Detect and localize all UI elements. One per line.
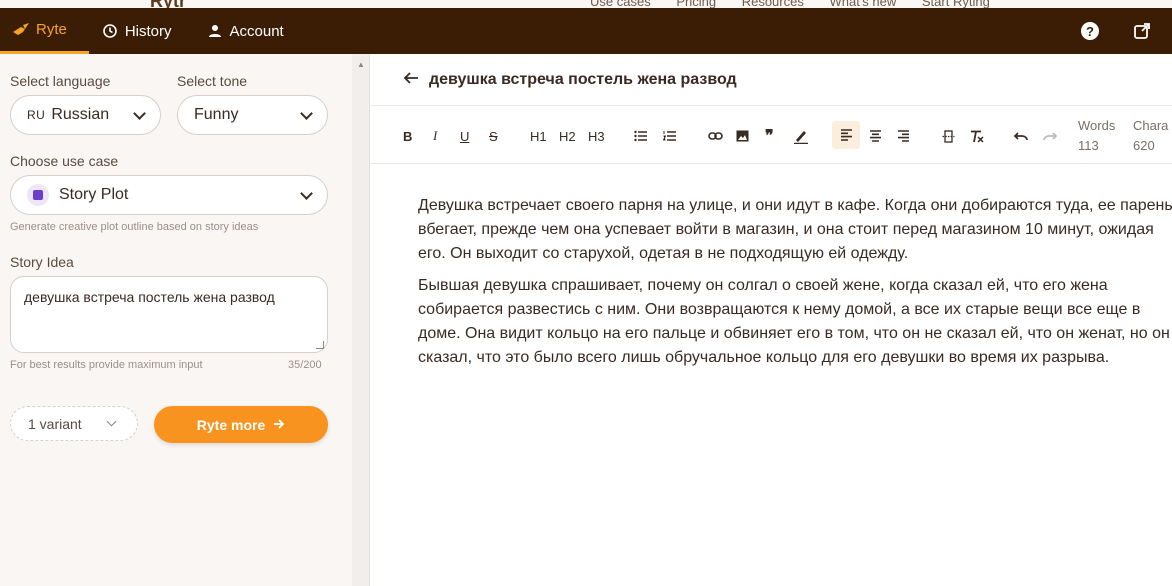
variant-value: 1 variant <box>28 415 82 432</box>
sidebar: Select language Select tone RU Russian F… <box>0 54 352 586</box>
page-break-icon[interactable] <box>942 126 955 146</box>
editor-content[interactable]: Девушка встречает своего парня на улице,… <box>371 164 1172 370</box>
language-select[interactable]: RU Russian <box>10 95 161 135</box>
idea-count: 35/200 <box>288 359 322 371</box>
tone-label: Select tone <box>177 73 248 89</box>
tone-select[interactable]: Funny <box>177 95 328 135</box>
back-arrow-icon[interactable] <box>403 69 419 90</box>
chevron-down-icon <box>133 107 146 120</box>
tab-history-label: History <box>124 22 172 40</box>
words-label: Words <box>1078 118 1116 133</box>
char-count: Chara 620 <box>1133 116 1168 156</box>
usecase-value: Story Plot <box>59 186 129 203</box>
top-bar: Ryte History Account ? <box>0 8 1172 54</box>
undo-icon[interactable] <box>1014 126 1028 146</box>
clear-format-icon[interactable] <box>970 126 984 146</box>
language-label: Select language <box>10 73 111 89</box>
user-icon <box>206 22 224 40</box>
hand-pen-icon <box>12 21 30 39</box>
idea-label: Story Idea <box>10 254 74 270</box>
editor-toolbar: B I U S H1 H2 H3 ❞ Words 113 Chara 620 <box>371 106 1172 164</box>
italic-button[interactable]: I <box>433 126 437 146</box>
word-count: Words 113 <box>1078 116 1115 156</box>
tab-account-label: Account <box>229 22 284 40</box>
resize-handle[interactable] <box>316 341 324 349</box>
bullet-list-icon[interactable] <box>634 126 648 146</box>
variant-select[interactable]: 1 variant <box>10 406 138 441</box>
usecase-hint: Generate creative plot outline based on … <box>10 221 259 233</box>
document-header: девушка встреча постель жена развод <box>371 54 1172 106</box>
quote-icon[interactable]: ❞ <box>765 126 774 146</box>
topbar-actions: ? <box>1080 8 1152 54</box>
chars-value: 620 <box>1133 138 1155 153</box>
redo-icon[interactable] <box>1043 126 1057 146</box>
document-title: девушка встреча постель жена развод <box>429 70 737 88</box>
story-idea-text: девушка встреча постель жена развод <box>24 289 275 305</box>
ryte-more-button[interactable]: Ryte more <box>154 406 328 443</box>
align-center-icon[interactable] <box>869 126 882 146</box>
language-flag: RU <box>27 108 46 122</box>
words-value: 113 <box>1078 138 1099 153</box>
usecase-label: Choose use case <box>10 153 119 169</box>
h1-button[interactable]: H1 <box>530 126 547 146</box>
underline-button[interactable]: U <box>460 126 469 146</box>
idea-hint: For best results provide maximum input <box>10 359 203 371</box>
numbered-list-icon[interactable] <box>663 126 677 146</box>
chevron-down-icon <box>300 187 313 200</box>
align-right-icon[interactable] <box>897 126 910 146</box>
paragraph[interactable]: Бывшая девушка спрашивает, почему он сол… <box>418 274 1172 370</box>
tab-ryte[interactable]: Ryte <box>0 8 89 54</box>
story-idea-input[interactable]: девушка встреча постель жена развод <box>10 276 328 353</box>
paragraph[interactable]: Девушка встречает своего парня на улице,… <box>418 194 1172 266</box>
chevron-down-icon <box>106 416 117 427</box>
chevron-down-icon <box>300 107 313 120</box>
align-left-icon[interactable] <box>832 121 860 149</box>
tab-history[interactable]: History <box>89 8 194 54</box>
external-link-icon[interactable] <box>1132 21 1152 41</box>
usecase-select[interactable]: Story Plot <box>10 175 328 215</box>
bold-button[interactable]: B <box>403 126 412 146</box>
image-icon[interactable] <box>736 126 749 146</box>
history-icon <box>101 22 119 40</box>
scroll-up-icon[interactable]: ▲ <box>357 60 365 69</box>
chars-label: Chara <box>1133 118 1169 133</box>
sidebar-scrollbar[interactable]: ▲ <box>352 54 370 586</box>
editor-panel: девушка встреча постель жена развод B I … <box>371 54 1172 586</box>
story-plot-icon <box>27 184 49 206</box>
help-icon[interactable]: ? <box>1080 21 1100 41</box>
link-icon[interactable] <box>708 126 723 146</box>
tone-value: Funny <box>194 106 239 123</box>
strike-button[interactable]: S <box>489 126 498 146</box>
arrow-right-icon <box>273 417 285 433</box>
ryte-more-label: Ryte more <box>196 416 266 433</box>
h2-button[interactable]: H2 <box>559 126 576 146</box>
rytr-window: Ryte History Account ? Select language S… <box>0 8 1172 586</box>
h3-button[interactable]: H3 <box>588 126 605 146</box>
language-value: Russian <box>51 106 110 123</box>
highlight-pen-icon[interactable] <box>793 126 809 146</box>
tab-ryte-label: Ryte <box>36 21 67 38</box>
tab-account[interactable]: Account <box>194 8 306 54</box>
